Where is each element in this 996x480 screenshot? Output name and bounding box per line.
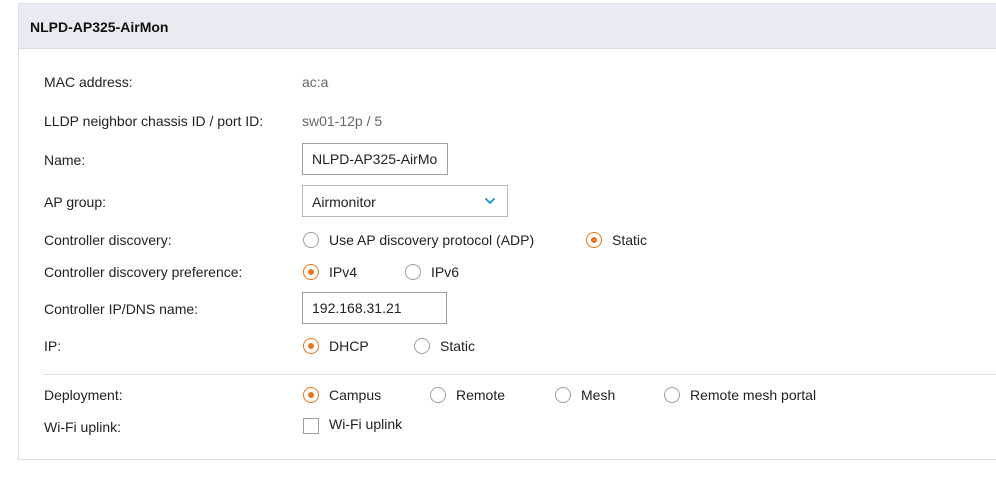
wifi-uplink-checkbox[interactable] — [303, 418, 319, 434]
radio-remote-mesh-portal-label: Remote mesh portal — [690, 387, 817, 403]
radio-circle — [430, 387, 446, 403]
wifi-uplink-checkbox-label[interactable]: Wi-Fi uplink — [329, 416, 402, 432]
wifi-uplink-label: Wi-Fi uplink: — [44, 419, 122, 435]
radio-dhcp-label: DHCP — [329, 338, 369, 354]
mac-address-label: MAC address: — [44, 74, 133, 90]
mac-address-value: ac:a — [302, 74, 329, 90]
radio-ipv6-label: IPv6 — [431, 264, 460, 280]
name-input[interactable] — [302, 143, 448, 175]
controller-ip-input[interactable] — [302, 292, 447, 324]
name-label: Name: — [44, 152, 86, 168]
ap-group-label: AP group: — [44, 194, 107, 210]
radio-circle-checked — [303, 387, 319, 403]
controller-pref-label: Controller discovery preference: — [44, 264, 243, 280]
radio-ipv4-label: IPv4 — [329, 264, 358, 280]
ap-settings-panel: NLPD-AP325-AirMon MAC address: ac:a LLDP… — [18, 3, 996, 460]
radio-circle-checked — [586, 232, 602, 248]
radio-static-discovery-label: Static — [612, 232, 648, 248]
radio-campus-label: Campus — [329, 387, 382, 403]
radio-mesh-label: Mesh — [581, 387, 616, 403]
radio-remote-label: Remote — [456, 387, 506, 403]
controller-ip-label: Controller IP/DNS name: — [44, 301, 199, 317]
radio-circle — [555, 387, 571, 403]
lldp-neighbor-value: sw01-12p / 5 — [302, 113, 383, 129]
lldp-neighbor-label: LLDP neighbor chassis ID / port ID: — [44, 113, 264, 129]
radio-circle-checked — [303, 338, 319, 354]
radio-static-ip-label: Static — [440, 338, 476, 354]
deployment-label: Deployment: — [44, 387, 123, 403]
radio-circle — [664, 387, 680, 403]
radio-circle-checked — [303, 264, 319, 280]
ip-label: IP: — [44, 338, 62, 354]
controller-discovery-label: Controller discovery: — [44, 232, 172, 248]
ap-group-selected-value: Airmonitor — [312, 194, 376, 210]
radio-adp-label: Use AP discovery protocol (ADP) — [329, 232, 535, 248]
ap-group-select[interactable]: Airmonitor — [302, 185, 508, 217]
chevron-down-icon — [485, 198, 495, 204]
radio-circle — [414, 338, 430, 354]
panel-header: NLPD-AP325-AirMon — [19, 4, 996, 49]
radio-circle — [303, 232, 319, 248]
section-divider — [43, 374, 996, 375]
radio-circle — [405, 264, 421, 280]
panel-title: NLPD-AP325-AirMon — [30, 19, 169, 35]
